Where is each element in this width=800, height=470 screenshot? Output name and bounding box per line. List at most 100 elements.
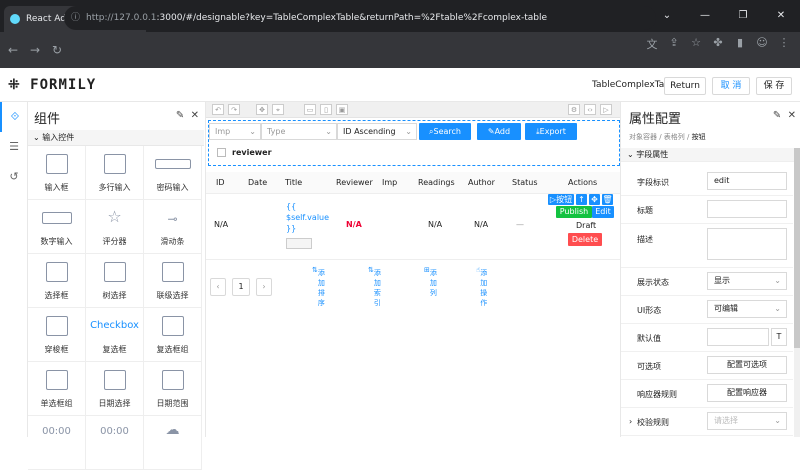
- publish-button[interactable]: Publish: [556, 206, 592, 218]
- delete-button[interactable]: Delete: [568, 233, 602, 246]
- prev-page-button[interactable]: ‹: [210, 278, 226, 296]
- component-date-range[interactable]: 日期范围: [144, 362, 202, 416]
- share-icon[interactable]: ⇪: [666, 36, 682, 52]
- close-icon[interactable]: ✕: [191, 110, 199, 121]
- component-checkbox-group[interactable]: 复选框组: [144, 308, 202, 362]
- filter-form: Imp ⌄ Type ⌄ ID Ascending ⌄ ⌕Search ✎Add ⤓E…: [208, 120, 620, 166]
- text-type-icon[interactable]: T: [771, 328, 787, 346]
- component-date-picker[interactable]: 日期选择: [86, 362, 144, 416]
- extensions-icon[interactable]: ✤: [710, 36, 726, 52]
- title-input-stub[interactable]: [286, 238, 312, 249]
- redo-icon[interactable]: ↷: [228, 104, 240, 115]
- export-button[interactable]: ⤓Export: [525, 123, 577, 140]
- pin-icon[interactable]: ✎: [176, 110, 184, 121]
- calendar-range-icon: [162, 370, 184, 390]
- reload-icon[interactable]: ↻: [48, 43, 66, 57]
- close-window-icon[interactable]: ✕: [762, 0, 800, 32]
- next-page-button[interactable]: ›: [256, 278, 272, 296]
- scrollbar[interactable]: [794, 148, 800, 437]
- move-icon[interactable]: ✥: [256, 104, 268, 115]
- configure-reactions-button[interactable]: 配置响应器: [707, 384, 787, 402]
- outline-tab-icon[interactable]: ☰: [0, 132, 28, 162]
- cancel-button[interactable]: 取 消: [712, 77, 750, 95]
- return-button[interactable]: Return: [664, 77, 706, 95]
- validator-select[interactable]: 请选择 ⌄: [707, 412, 787, 430]
- sort-select[interactable]: ID Ascending ⌄: [337, 123, 417, 140]
- imp-select[interactable]: Imp ⌄: [209, 123, 261, 140]
- default-input[interactable]: [707, 328, 769, 346]
- pin-icon[interactable]: ✎: [773, 110, 781, 121]
- action-tag-button[interactable]: ▷按钮: [548, 194, 574, 205]
- extensions-bar: 文 ⇪ ☆ ✤ ▮ ☺ ⋮: [644, 36, 792, 52]
- description-textarea[interactable]: [707, 228, 787, 260]
- component-cascader[interactable]: 联级选择: [144, 254, 202, 308]
- table-row: N/A {{ $self.value }} N/A N/A N/A — ▷按钮 …: [206, 194, 620, 260]
- translate-icon[interactable]: 文: [644, 36, 660, 52]
- add-column-link[interactable]: ⊞ 添加列: [424, 266, 437, 297]
- history-tab-icon[interactable]: ↺: [0, 162, 28, 192]
- component-password[interactable]: 密码输入: [144, 146, 202, 200]
- checkbox-text: Checkbox: [90, 320, 139, 331]
- page-1-button[interactable]: 1: [232, 278, 250, 296]
- undo-icon[interactable]: ↶: [212, 104, 224, 115]
- responsive-view-icon[interactable]: ▣: [336, 104, 348, 115]
- component-time-range[interactable]: 00:00: [86, 416, 144, 470]
- number-icon: [42, 212, 72, 224]
- bookmark-star-icon[interactable]: ☆: [688, 36, 704, 52]
- json-mode-icon[interactable]: ‹›: [584, 104, 596, 115]
- add-sort-link[interactable]: ⇅ 添加排序: [312, 266, 325, 307]
- sidepanel-icon[interactable]: ▮: [732, 36, 748, 52]
- pc-view-icon[interactable]: ▭: [304, 104, 316, 115]
- restore-icon[interactable]: ❐: [724, 0, 762, 32]
- component-radio-group[interactable]: 单选框组: [28, 362, 86, 416]
- edit-icon: ✎: [487, 127, 495, 136]
- menu-icon[interactable]: ⋮: [776, 36, 792, 52]
- display-select[interactable]: 显示 ⌄: [707, 272, 787, 290]
- close-icon[interactable]: ✕: [788, 110, 796, 121]
- design-canvas[interactable]: ↶ ↷ ✥ ⌖ ▭ ▯ ▣ ⚙ ‹› ▷ Imp ⌄ Type ⌄ ID Ascen…: [206, 102, 620, 437]
- chevron-down-icon: ⌄: [627, 150, 634, 159]
- add-operation-link[interactable]: ☝ 添加操作: [476, 266, 487, 307]
- forward-icon[interactable]: →: [26, 43, 44, 57]
- select-icon[interactable]: ⌖: [272, 104, 284, 115]
- edit-button[interactable]: Edit: [592, 206, 614, 218]
- component-slider[interactable]: ⊸ 滑动条: [144, 200, 202, 254]
- preview-icon[interactable]: ▷: [600, 104, 612, 115]
- component-rate[interactable]: ☆ 评分器: [86, 200, 144, 254]
- url-field[interactable]: http://127.0.0.1:3000/#/designable?key=T…: [64, 6, 656, 30]
- search-button[interactable]: ⌕Search: [419, 123, 471, 140]
- configure-options-button[interactable]: 配置可选项: [707, 356, 787, 374]
- profile-avatar-icon[interactable]: ☺: [754, 36, 770, 52]
- mobile-view-icon[interactable]: ▯: [320, 104, 332, 115]
- section-header[interactable]: ⌄ 字段属性: [621, 148, 800, 162]
- component-upload[interactable]: ☁: [144, 416, 202, 470]
- add-button[interactable]: ✎Add: [477, 123, 521, 140]
- design-mode-icon[interactable]: ⚙: [568, 104, 580, 115]
- component-transfer[interactable]: 穿梭框: [28, 308, 86, 362]
- components-tab-icon[interactable]: ⟐: [0, 102, 28, 132]
- prop-field-name: 字段标识 edit: [621, 168, 793, 196]
- component-textarea[interactable]: 多行输入: [86, 146, 144, 200]
- pattern-select[interactable]: 可编辑 ⌄: [707, 300, 787, 318]
- save-button[interactable]: 保 存: [756, 77, 792, 95]
- input-icon: [46, 154, 68, 174]
- add-index-link[interactable]: ⇅ 添加索引: [368, 266, 381, 307]
- back-icon[interactable]: ←: [4, 43, 22, 57]
- minimize-icon[interactable]: —: [686, 0, 724, 32]
- title-input[interactable]: [707, 200, 787, 218]
- delete-icon[interactable]: 🗑: [602, 194, 613, 205]
- draft-button[interactable]: Draft: [576, 221, 596, 230]
- drag-icon[interactable]: ✥: [589, 194, 600, 205]
- field-name-input[interactable]: edit: [707, 172, 787, 190]
- component-number[interactable]: 数字输入: [28, 200, 86, 254]
- chevron-right-icon: ›: [629, 417, 633, 426]
- type-select[interactable]: Type ⌄: [261, 123, 337, 140]
- reviewer-checkbox[interactable]: reviewer: [217, 148, 272, 157]
- component-input[interactable]: 输入框: [28, 146, 86, 200]
- component-time-picker[interactable]: 00:00: [28, 416, 86, 470]
- component-tree-select[interactable]: 树选择: [86, 254, 144, 308]
- move-up-icon[interactable]: ↑: [576, 194, 587, 205]
- group-header[interactable]: ⌄ 输入控件: [28, 130, 204, 146]
- component-select[interactable]: 选择框: [28, 254, 86, 308]
- component-checkbox[interactable]: Checkbox 复选框: [86, 308, 144, 362]
